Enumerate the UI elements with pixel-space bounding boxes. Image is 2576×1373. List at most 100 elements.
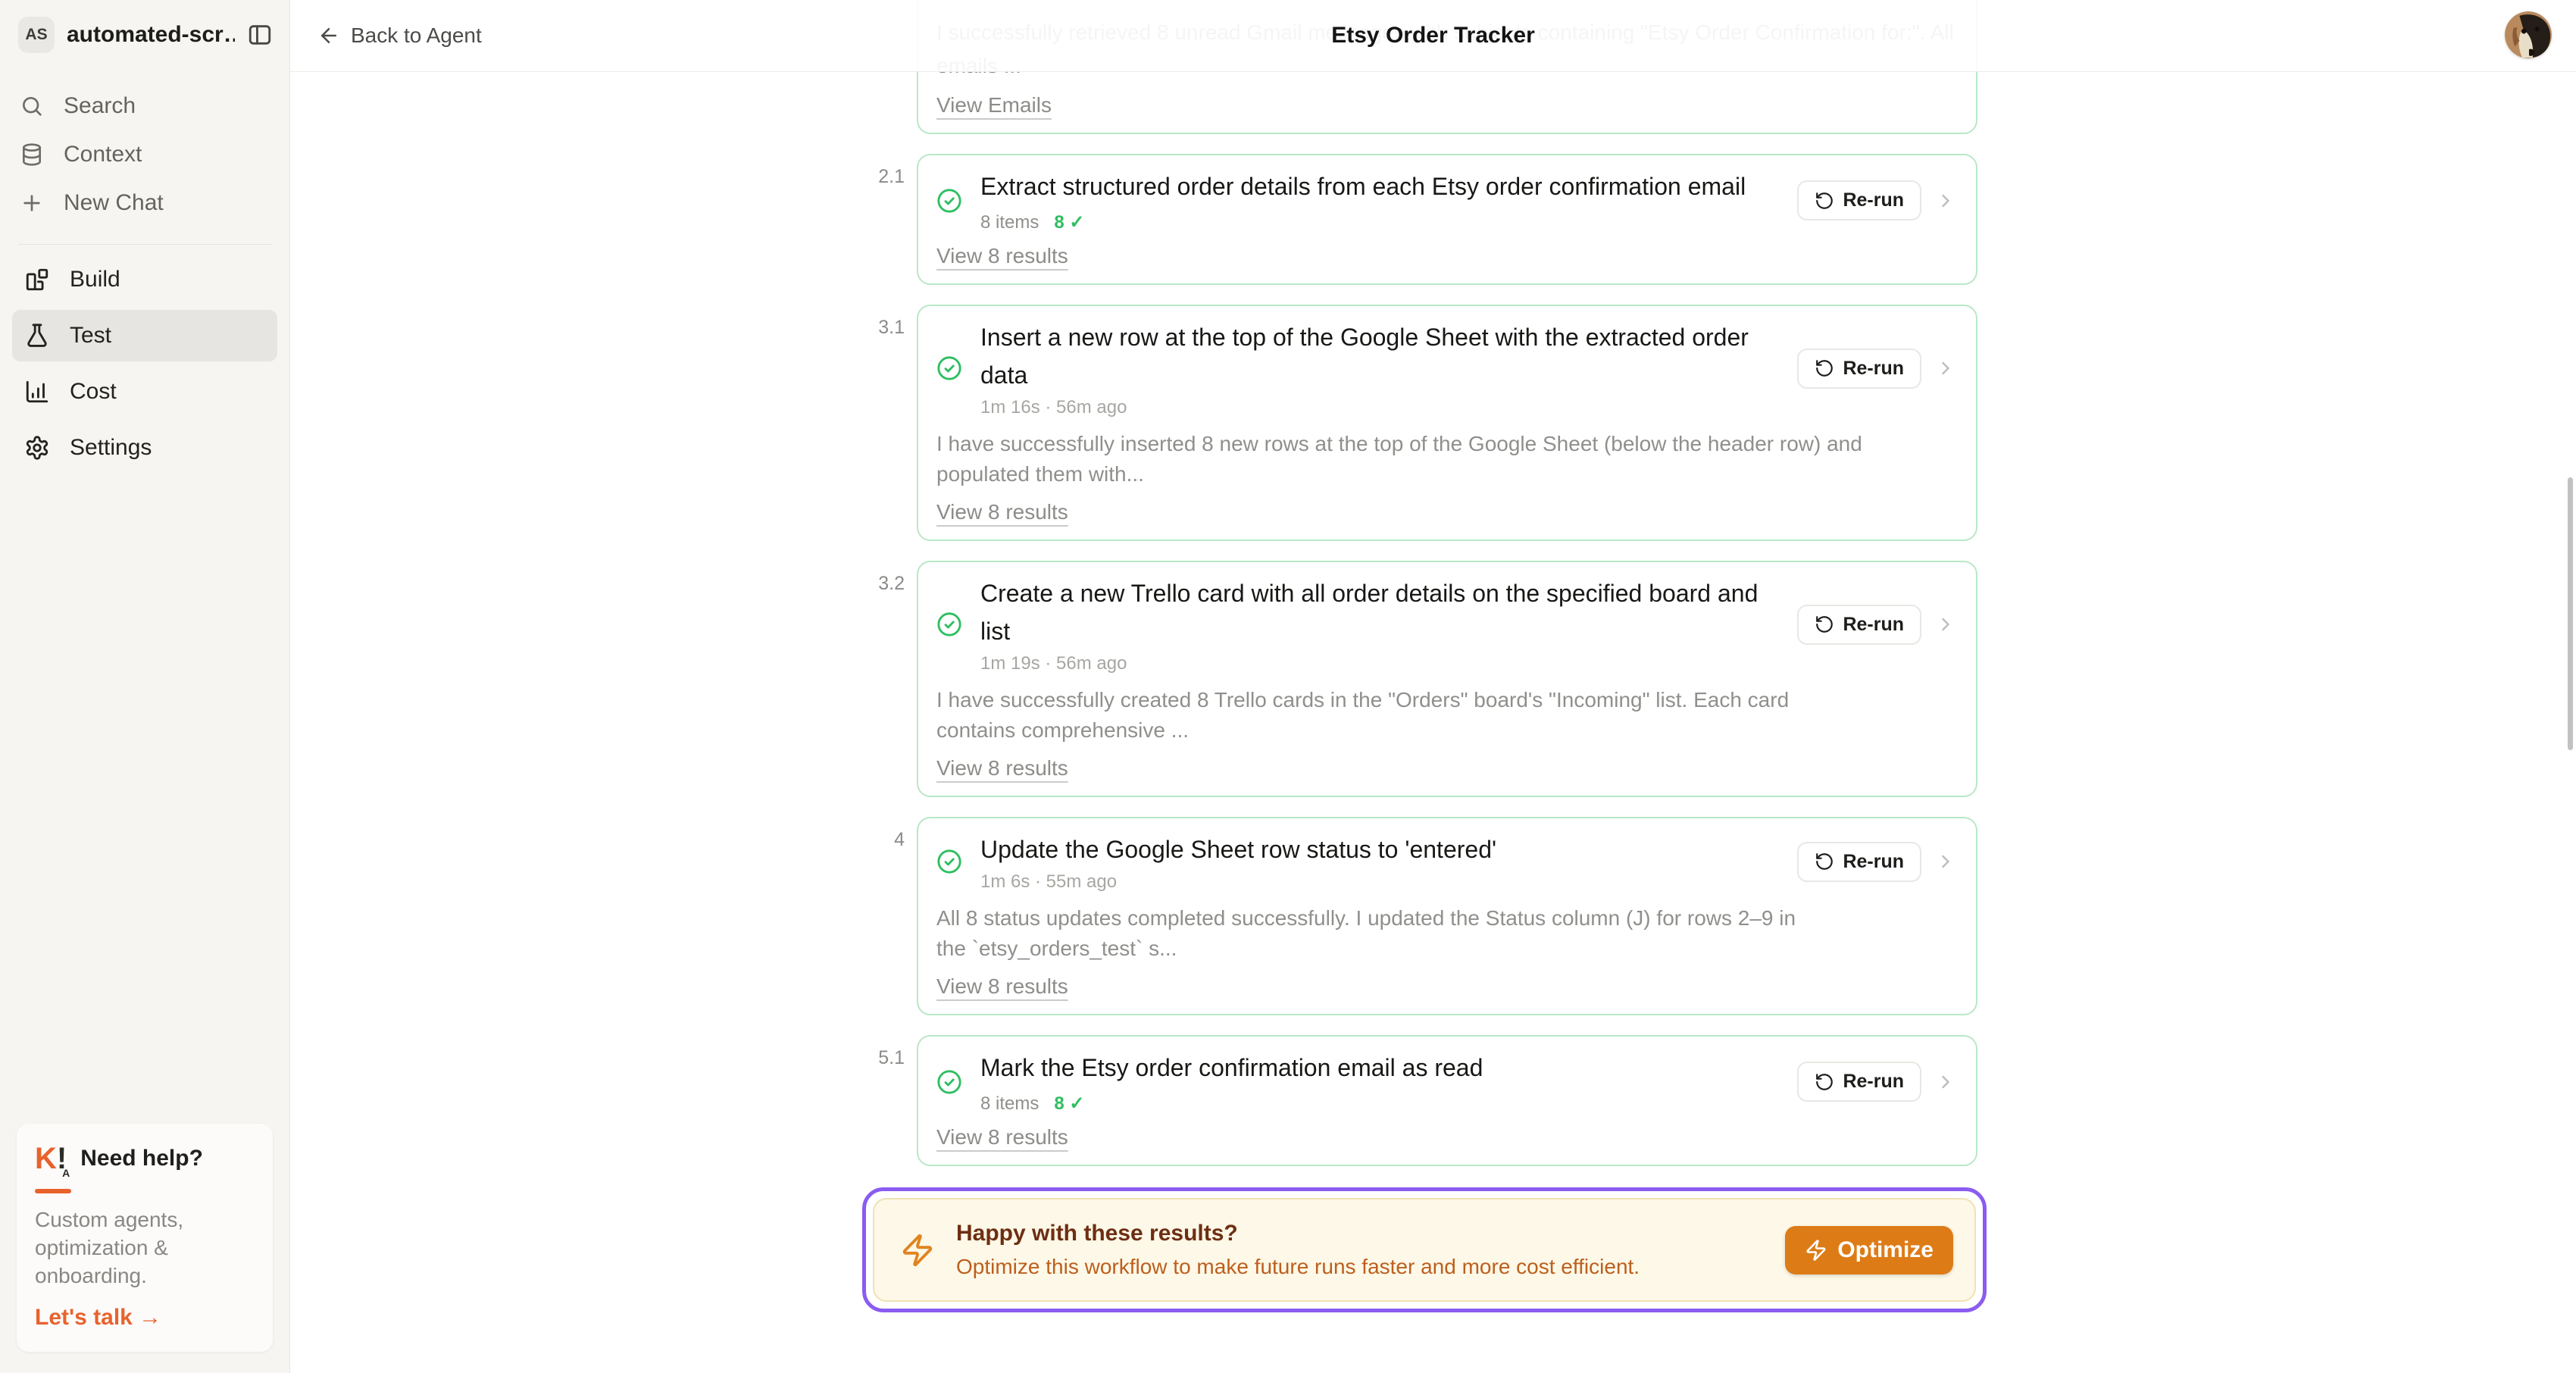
flask-icon bbox=[24, 323, 50, 349]
view-results-link[interactable]: View 8 results bbox=[936, 244, 1068, 268]
chevron-right-icon[interactable] bbox=[1935, 614, 1956, 635]
sidebar-item-cost[interactable]: Cost bbox=[12, 366, 277, 418]
page-title: Etsy Order Tracker bbox=[290, 23, 2576, 48]
plus-icon bbox=[20, 191, 44, 215]
step-title: Mark the Etsy order confirmation email a… bbox=[980, 1049, 1782, 1087]
step-number: 3.2 bbox=[871, 573, 905, 595]
sidebar-item-label: Context bbox=[64, 142, 142, 167]
sidebar-collapse-icon[interactable] bbox=[247, 22, 273, 48]
view-results-link[interactable]: View 8 results bbox=[936, 1125, 1068, 1149]
rerun-button[interactable]: Re-run bbox=[1797, 1062, 1921, 1102]
step-card-extract-details: Extract structured order details from ea… bbox=[917, 154, 1977, 285]
chevron-right-icon[interactable] bbox=[1935, 1071, 1956, 1093]
step-description: I have successfully created 8 Trello car… bbox=[936, 685, 1804, 746]
rotate-ccw-icon bbox=[1815, 615, 1834, 634]
chevron-right-icon[interactable] bbox=[1935, 358, 1956, 379]
arrow-left-icon bbox=[317, 24, 340, 47]
chevron-right-icon[interactable] bbox=[1935, 190, 1956, 211]
step-number: 2.1 bbox=[871, 166, 905, 188]
rotate-ccw-icon bbox=[1815, 1072, 1834, 1092]
optimize-button[interactable]: Optimize bbox=[1785, 1226, 1953, 1274]
rerun-button[interactable]: Re-run bbox=[1797, 842, 1921, 882]
back-to-agent-button[interactable]: Back to Agent bbox=[290, 23, 482, 48]
step-items-done: 8 ✓ bbox=[1054, 211, 1084, 233]
step-number: 5.1 bbox=[871, 1047, 905, 1069]
step-duration-timestamp: 1m 6s · 55m ago bbox=[980, 871, 1782, 893]
help-heading: Need help? bbox=[80, 1146, 203, 1171]
step-number: 3.1 bbox=[871, 317, 905, 339]
step-number: 4 bbox=[871, 829, 905, 851]
view-emails-link[interactable]: View Emails bbox=[936, 93, 1052, 117]
step-card-create-trello-card: Create a new Trello card with all order … bbox=[917, 561, 1977, 797]
chevron-right-icon[interactable] bbox=[1935, 851, 1956, 872]
check-circle-icon bbox=[936, 1069, 962, 1095]
sidebar-item-label: Search bbox=[64, 93, 136, 119]
rotate-ccw-icon bbox=[1815, 852, 1834, 871]
sidebar: AS automated-scr… Search Context New Cha… bbox=[0, 0, 290, 1373]
view-results-link[interactable]: View 8 results bbox=[936, 756, 1068, 780]
step-description: All 8 status updates completed successfu… bbox=[936, 903, 1815, 964]
step-items-done: 8 ✓ bbox=[1054, 1093, 1084, 1115]
workspace-switcher[interactable]: AS automated-scr… bbox=[0, 0, 289, 68]
step-items-count: 8 items bbox=[980, 1093, 1039, 1115]
rerun-button[interactable]: Re-run bbox=[1797, 605, 1921, 645]
step-card-insert-row: Insert a new row at the top of the Googl… bbox=[917, 305, 1977, 541]
check-circle-icon bbox=[936, 611, 962, 637]
sidebar-item-label: Build bbox=[70, 267, 120, 292]
sidebar-item-settings[interactable]: Settings bbox=[12, 422, 277, 474]
lightning-icon bbox=[1805, 1239, 1827, 1262]
rerun-button[interactable]: Re-run bbox=[1797, 349, 1921, 389]
sidebar-item-label: Cost bbox=[70, 379, 117, 405]
rotate-ccw-icon bbox=[1815, 358, 1834, 378]
step-duration-timestamp: 1m 19s · 56m ago bbox=[980, 653, 1782, 674]
step-card-mark-email-read: Mark the Etsy order confirmation email a… bbox=[917, 1035, 1977, 1166]
step-items-count: 8 items bbox=[980, 212, 1039, 233]
sidebar-item-new-chat[interactable]: New Chat bbox=[0, 179, 289, 227]
sidebar-item-search[interactable]: Search bbox=[0, 82, 289, 130]
step-title: Create a new Trello card with all order … bbox=[980, 574, 1782, 650]
rerun-button[interactable]: Re-run bbox=[1797, 180, 1921, 220]
header: Back to Agent Etsy Order Tracker bbox=[290, 0, 2576, 72]
lets-talk-link[interactable]: Let's talk → bbox=[35, 1305, 161, 1331]
view-results-link[interactable]: View 8 results bbox=[936, 974, 1068, 999]
step-duration-timestamp: 1m 16s · 56m ago bbox=[980, 397, 1782, 418]
check-circle-icon bbox=[936, 849, 962, 874]
user-avatar[interactable] bbox=[2505, 11, 2552, 58]
blocks-icon bbox=[24, 267, 50, 292]
sidebar-item-label: Settings bbox=[70, 435, 152, 461]
check-circle-icon bbox=[936, 355, 962, 381]
search-icon bbox=[20, 94, 44, 118]
scrollbar-thumb[interactable] bbox=[2568, 477, 2573, 750]
step-card-update-status: Update the Google Sheet row status to 'e… bbox=[917, 817, 1977, 1015]
sidebar-item-context[interactable]: Context bbox=[0, 130, 289, 179]
workspace-name: automated-scr… bbox=[67, 22, 235, 48]
bar-chart-icon bbox=[24, 379, 50, 405]
step-description: I have successfully inserted 8 new rows … bbox=[936, 429, 1884, 489]
view-results-link[interactable]: View 8 results bbox=[936, 500, 1068, 524]
callout-heading: Happy with these results? bbox=[956, 1221, 1764, 1246]
step-title: Insert a new row at the top of the Googl… bbox=[980, 318, 1782, 394]
check-circle-icon bbox=[936, 188, 962, 214]
lightning-icon bbox=[900, 1233, 935, 1268]
back-label: Back to Agent bbox=[351, 23, 482, 48]
sidebar-main-nav: Build Test Cost Settings bbox=[0, 254, 289, 478]
workspace-avatar: AS bbox=[18, 17, 55, 53]
help-body: Custom agents, optimization & onboarding… bbox=[35, 1206, 255, 1290]
step-title: Update the Google Sheet row status to 'e… bbox=[980, 830, 1782, 868]
step-row: 5.1 Mark the Etsy order confirmation ema… bbox=[917, 1035, 1977, 1166]
sidebar-item-test[interactable]: Test bbox=[12, 310, 277, 361]
step-title: Extract structured order details from ea… bbox=[980, 167, 1782, 205]
sidebar-item-build[interactable]: Build bbox=[12, 254, 277, 305]
main-content: I successfully retrieved 8 unread Gmail … bbox=[290, 0, 2576, 1373]
step-row: 2.1 Extract structured order details fro… bbox=[917, 154, 1977, 285]
sidebar-divider bbox=[18, 244, 271, 245]
sidebar-item-label: Test bbox=[70, 323, 111, 349]
sidebar-top-nav: Search Context New Chat bbox=[0, 68, 289, 227]
sidebar-item-label: New Chat bbox=[64, 190, 164, 216]
gear-icon bbox=[24, 435, 50, 461]
step-row: 4 Update the Google Sheet row status to … bbox=[917, 817, 1977, 1015]
help-card: K!A Need help? Custom agents, optimizati… bbox=[17, 1124, 273, 1352]
callout-body: Optimize this workflow to make future ru… bbox=[956, 1255, 1764, 1279]
database-icon bbox=[20, 142, 44, 167]
kognitos-logo: K!A bbox=[35, 1143, 67, 1174]
